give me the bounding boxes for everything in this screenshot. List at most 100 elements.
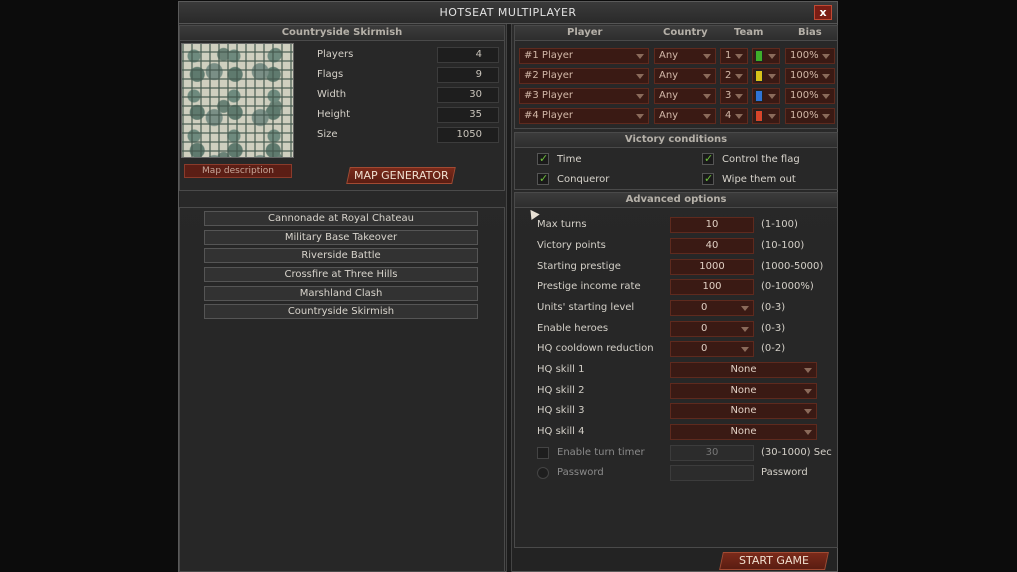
turn-timer-input[interactable]: 30 [670,445,754,461]
adv-row-password: Password Password [515,465,839,483]
country-select[interactable]: Any [654,48,716,64]
max-turns-input[interactable]: 10 [670,217,754,233]
adv-range: (0-3) [761,302,786,313]
control-flag-label: Control the flag [722,154,800,165]
bias-select[interactable]: 100% [785,68,835,84]
hq-skill-2-select[interactable]: None [670,383,817,399]
player-select[interactable]: #4 Player [519,108,649,124]
time-label: Time [557,154,582,165]
player-row: #4 Player Any 4 100% [519,108,839,124]
victory-header: Victory conditions [515,133,837,148]
adv-row-victory-points: Victory points 40 (10-100) [515,238,839,256]
adv-row-hq-skill-3: HQ skill 3 None [515,403,839,421]
adv-label: HQ skill 3 [537,405,585,416]
adv-row-units-level: Units' starting level 0 (0-3) [515,300,839,318]
adv-label: HQ skill 2 [537,385,585,396]
adv-row-turn-timer: Enable turn timer 30 (30-1000) Sec [515,445,839,463]
scenario-item[interactable]: Marshland Clash [204,286,478,301]
control-flag-checkbox[interactable] [702,152,714,165]
window-title: HOTSEAT MULTIPLAYER [439,6,577,19]
hq-skill-1-select[interactable]: None [670,362,817,378]
adv-range: (1000-5000) [761,261,824,272]
adv-label: Prestige income rate [537,281,641,292]
starting-prestige-input[interactable]: 1000 [670,259,754,275]
hq-cooldown-select[interactable]: 0 [670,341,754,357]
titlebar: HOTSEAT MULTIPLAYER x [179,2,837,24]
prestige-income-input[interactable]: 100 [670,279,754,295]
col-player: Player [567,27,603,38]
info-row-players: Players 4 [297,46,499,64]
adv-row-hq-cooldown: HQ cooldown reduction 0 (0-2) [515,341,839,359]
color-swatch [755,90,763,102]
units-level-select[interactable]: 0 [670,300,754,316]
player-select[interactable]: #1 Player [519,48,649,64]
map-description-button[interactable]: Map description [184,164,292,178]
adv-range: (10-100) [761,240,805,251]
player-row: #3 Player Any 3 100% [519,88,839,104]
player-row: #1 Player Any 1 100% [519,48,839,64]
info-value: 35 [437,107,499,123]
adv-row-hq-skill-4: HQ skill 4 None [515,424,839,442]
scenario-item[interactable]: Crossfire at Three Hills [204,267,478,282]
bias-select[interactable]: 100% [785,48,835,64]
hq-skill-4-select[interactable]: None [670,424,817,440]
conqueror-checkbox[interactable] [537,172,549,185]
column-divider [506,24,512,572]
password-side-label: Password [761,467,808,478]
bias-select[interactable]: 100% [785,108,835,124]
team-select[interactable]: 4 [720,108,748,124]
close-button[interactable]: x [814,5,832,20]
scenario-item[interactable]: Military Base Takeover [204,230,478,245]
scenario-item-selected[interactable]: Countryside Skirmish [204,304,478,319]
player-select[interactable]: #3 Player [519,88,649,104]
player-select[interactable]: #2 Player [519,68,649,84]
adv-row-prestige-income: Prestige income rate 100 (0-1000%) [515,279,839,297]
adv-row-hq-skill-2: HQ skill 2 None [515,383,839,401]
color-swatch [755,50,763,62]
adv-label: HQ skill 1 [537,364,585,375]
country-select[interactable]: Any [654,108,716,124]
adv-range: (30-1000) Sec [761,447,832,458]
color-swatch [755,110,763,122]
info-label: Flags [317,69,344,80]
victory-panel: Victory conditions Time Control the flag… [514,132,838,190]
country-select[interactable]: Any [654,88,716,104]
info-label: Width [317,89,347,100]
wipe-out-label: Wipe them out [722,174,796,185]
info-label: Size [317,129,338,140]
col-bias: Bias [798,27,822,38]
adv-range: (1-100) [761,219,798,230]
hq-skill-3-select[interactable]: None [670,403,817,419]
map-generator-button[interactable]: MAP GENERATOR [346,167,456,184]
info-row-flags: Flags 9 [297,66,499,84]
team-select[interactable]: 1 [720,48,748,64]
team-select[interactable]: 3 [720,88,748,104]
scenario-item[interactable]: Riverside Battle [204,248,478,263]
start-game-button[interactable]: START GAME [719,552,829,570]
time-checkbox[interactable] [537,152,549,165]
bias-select[interactable]: 100% [785,88,835,104]
adv-label: Units' starting level [537,302,635,313]
scenario-item[interactable]: Cannonade at Royal Chateau [204,211,478,226]
adv-label: Max turns [537,219,587,230]
password-input[interactable] [670,465,754,481]
adv-row-max-turns: Max turns 10 (1-100) [515,217,839,235]
info-row-width: Width 30 [297,86,499,104]
password-checkbox[interactable] [537,467,549,479]
info-value: 4 [437,47,499,63]
advanced-header: Advanced options [515,193,837,208]
info-row-size: Size 1050 [297,126,499,144]
victory-points-input[interactable]: 40 [670,238,754,254]
adv-row-heroes: Enable heroes 0 (0-3) [515,321,839,339]
heroes-select[interactable]: 0 [670,321,754,337]
team-select[interactable]: 2 [720,68,748,84]
turn-timer-checkbox[interactable] [537,447,549,459]
adv-range: (0-2) [761,343,786,354]
info-value: 30 [437,87,499,103]
adv-range: (0-1000%) [761,281,814,292]
wipe-out-checkbox[interactable] [702,172,714,185]
color-swatch [755,70,763,82]
map-generator-label: MAP GENERATOR [353,169,449,182]
country-select[interactable]: Any [654,68,716,84]
password-label: Password [557,467,604,478]
